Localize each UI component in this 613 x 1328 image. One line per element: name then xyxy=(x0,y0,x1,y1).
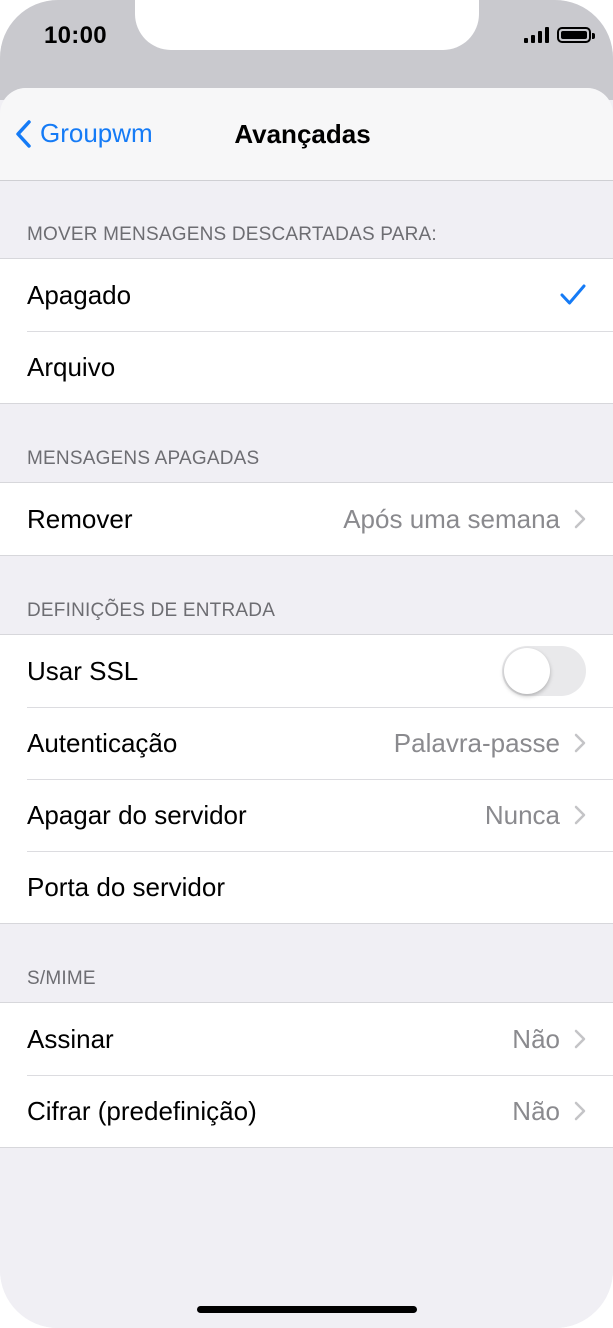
row-assinar[interactable]: Assinar Não xyxy=(0,1003,613,1075)
row-label: Cifrar (predefinição) xyxy=(27,1095,257,1126)
status-icons xyxy=(524,27,595,43)
row-label: Assinar xyxy=(27,1023,114,1054)
settings-sheet: Groupwm Avançadas MOVER MENSAGENS DESCAR… xyxy=(0,88,613,1328)
row-value: Após uma semana xyxy=(343,503,560,534)
section-header-smime: S/MIME xyxy=(27,968,96,989)
row-label: Remover xyxy=(27,503,133,534)
notch xyxy=(135,0,479,50)
row-autenticacao[interactable]: Autenticação Palavra-passe xyxy=(0,707,613,779)
status-bar: 10:00 xyxy=(0,0,613,100)
home-indicator[interactable] xyxy=(197,1306,417,1313)
option-apagado[interactable]: Apagado xyxy=(0,259,613,331)
chevron-right-icon xyxy=(574,805,586,825)
page-title: Avançadas xyxy=(234,119,371,149)
row-label: Usar SSL xyxy=(27,655,139,686)
row-value: Não xyxy=(512,1023,560,1054)
phone-screen: 10:00 Groupwm Avançadas MOVER MENSAGENS … xyxy=(0,0,613,1328)
row-label: Porta do servidor xyxy=(27,871,225,902)
ssl-toggle[interactable] xyxy=(502,646,586,696)
battery-icon xyxy=(557,27,595,43)
group-move-discarded: Apagado Arquivo xyxy=(0,258,613,404)
section-header-move-discarded: MOVER MENSAGENS DESCARTADAS PARA: xyxy=(27,224,437,245)
section-header-incoming-settings: DEFINIÇÕES DE ENTRADA xyxy=(27,600,276,621)
group-deleted-messages: Remover Após uma semana xyxy=(0,482,613,556)
status-time: 10:00 xyxy=(44,22,107,49)
option-arquivo[interactable]: Arquivo xyxy=(0,331,613,403)
row-label: Apagado xyxy=(27,279,132,310)
row-cifrar[interactable]: Cifrar (predefinição) Não xyxy=(0,1075,613,1147)
cellular-signal-icon xyxy=(524,27,549,43)
checkmark-icon xyxy=(560,284,586,305)
chevron-right-icon xyxy=(574,1101,586,1121)
row-value: Nunca xyxy=(484,799,560,830)
chevron-right-icon xyxy=(574,1029,586,1049)
row-porta-do-servidor[interactable]: Porta do servidor xyxy=(0,851,613,923)
row-label: Apagar do servidor xyxy=(27,799,247,830)
row-apagar-do-servidor[interactable]: Apagar do servidor Nunca xyxy=(0,779,613,851)
row-label: Autenticação xyxy=(27,727,178,758)
chevron-right-icon xyxy=(574,509,586,529)
row-remover[interactable]: Remover Após uma semana xyxy=(0,483,613,555)
row-label: Arquivo xyxy=(27,351,116,382)
navigation-bar: Groupwm Avançadas xyxy=(0,88,613,181)
group-incoming-settings: Usar SSL Autenticação Palavra-passe Apag… xyxy=(0,634,613,924)
row-value: Não xyxy=(512,1095,560,1126)
row-usar-ssl: Usar SSL xyxy=(0,635,613,707)
toggle-knob xyxy=(504,648,550,694)
chevron-right-icon xyxy=(574,733,586,753)
section-header-deleted-messages: MENSAGENS APAGADAS xyxy=(27,448,260,469)
row-value: Palavra-passe xyxy=(393,727,560,758)
group-smime: Assinar Não Cifrar (predefinição) Não xyxy=(0,1002,613,1148)
